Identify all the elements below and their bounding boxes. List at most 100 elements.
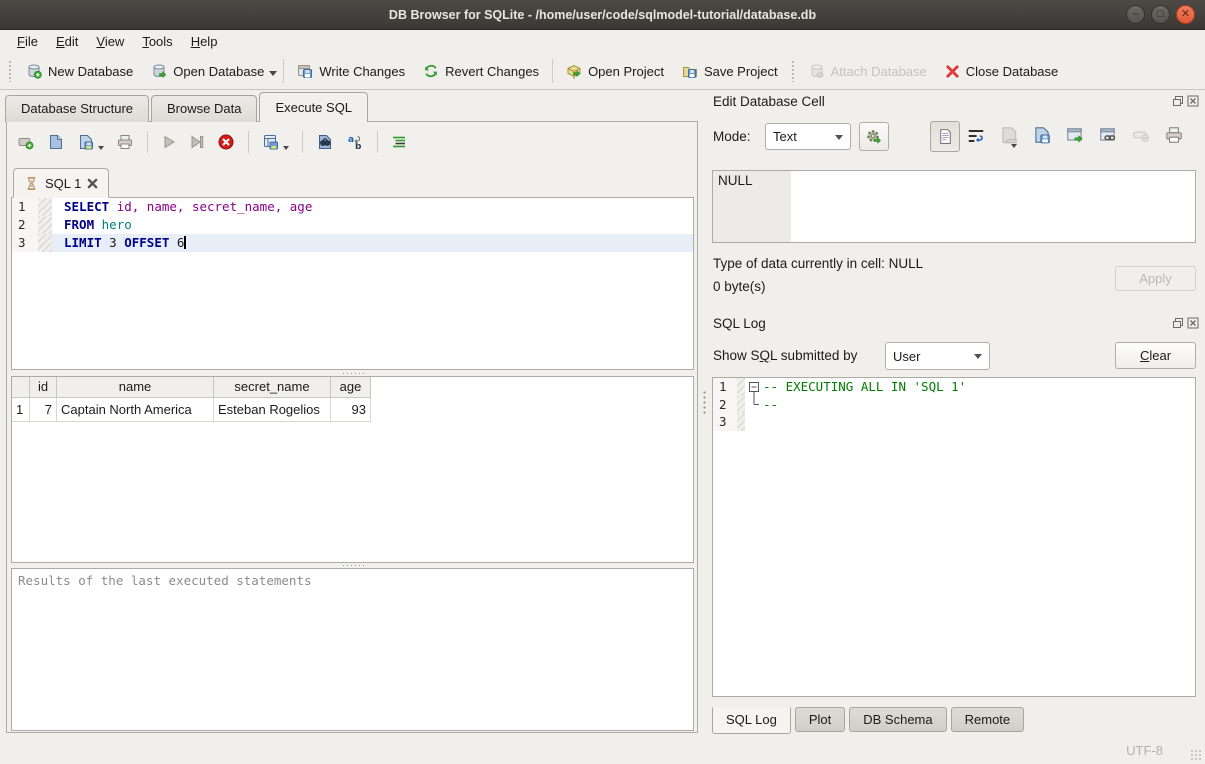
close-button[interactable]: ✕ xyxy=(1176,5,1195,24)
open-project-button[interactable]: Open Project xyxy=(557,59,673,83)
close-sql1-tab-icon[interactable] xyxy=(87,178,98,189)
sql-log-filter-select[interactable]: User xyxy=(885,342,990,370)
toolbar-separator xyxy=(248,131,249,153)
line-number: 2 xyxy=(12,216,38,234)
export-data-icon[interactable] xyxy=(1032,125,1052,145)
link-icon[interactable] xyxy=(1098,125,1118,145)
save-results-icon[interactable] xyxy=(262,133,280,151)
tab-browse-data[interactable]: Browse Data xyxy=(151,95,257,122)
svg-text:b: b xyxy=(355,142,362,151)
menu-file[interactable]: File xyxy=(8,30,47,53)
import-data-icon[interactable] xyxy=(999,125,1019,145)
menu-help[interactable]: Help xyxy=(182,30,227,53)
show-sql-filter-label: Show SQL submitted by xyxy=(713,348,857,363)
cell-id[interactable]: 7 xyxy=(30,398,57,422)
document-icon xyxy=(931,122,959,151)
find-icon[interactable] xyxy=(316,133,334,151)
edit-cell-dock-buttons xyxy=(1172,95,1199,107)
column-header-name[interactable]: name xyxy=(57,377,214,398)
dock-tab-plot[interactable]: Plot xyxy=(795,707,845,732)
sql1-editor-tab[interactable]: SQL 1 xyxy=(13,168,109,198)
stop-execution-icon[interactable] xyxy=(217,133,235,151)
dock-tab-db-schema[interactable]: DB Schema xyxy=(849,707,946,732)
auto-switch-mode-button[interactable] xyxy=(859,122,889,151)
splitter-handle[interactable]: ······ xyxy=(337,371,371,375)
new-sql-tab-icon[interactable] xyxy=(17,133,35,151)
minimize-button[interactable]: – xyxy=(1126,5,1145,24)
mode-select[interactable]: Text xyxy=(765,123,851,150)
save-results-dropdown-caret[interactable] xyxy=(283,146,289,153)
cell-size-info: 0 byte(s) xyxy=(713,279,766,294)
cell-age[interactable]: 93 xyxy=(331,398,371,422)
clear-log-button[interactable]: Clear xyxy=(1115,342,1196,369)
column-header-age[interactable]: age xyxy=(331,377,371,398)
cell-value-editor[interactable]: NULL xyxy=(712,170,1196,243)
pane-splitter-handle[interactable] xyxy=(702,390,708,416)
open-in-external-app-icon[interactable] xyxy=(1065,125,1085,145)
sql-log-viewer[interactable]: 1-- EXECUTING ALL IN 'SQL 1' 2-- 3 xyxy=(712,377,1196,697)
log-line: 1-- EXECUTING ALL IN 'SQL 1' xyxy=(713,378,1195,396)
revert-changes-button[interactable]: Revert Changes xyxy=(414,59,548,83)
column-header-secret-name[interactable]: secret_name xyxy=(214,377,331,398)
execute-current-line-icon[interactable] xyxy=(189,134,205,150)
write-changes-button[interactable]: Write Changes xyxy=(288,59,414,83)
execution-results-message[interactable]: Results of the last executed statements xyxy=(11,568,694,731)
code-line: 1SELECT id, name, secret_name, age xyxy=(12,198,693,216)
open-database-dropdown-caret[interactable] xyxy=(269,71,277,80)
splitter-handle[interactable]: ······ xyxy=(337,563,371,567)
print-cell-icon[interactable] xyxy=(1164,125,1184,145)
dock-float-icon[interactable] xyxy=(1172,95,1184,107)
save-sql-dropdown-caret[interactable] xyxy=(98,146,104,153)
dock-tab-sql-log[interactable]: SQL Log xyxy=(712,707,791,734)
sql-code-editor[interactable]: 1SELECT id, name, secret_name, age 2FROM… xyxy=(11,197,694,370)
chevron-down-icon xyxy=(974,354,982,363)
format-sql-icon[interactable] xyxy=(391,134,407,150)
results-header-row: id name secret_name age xyxy=(12,377,693,398)
menu-view[interactable]: View xyxy=(87,30,133,53)
tab-database-structure[interactable]: Database Structure xyxy=(5,95,149,122)
open-sql-file-icon[interactable] xyxy=(47,133,65,151)
fold-margin xyxy=(38,234,52,252)
hourglass-icon xyxy=(24,176,39,191)
execute-all-icon[interactable] xyxy=(161,134,177,150)
print-sql-icon[interactable] xyxy=(116,133,134,151)
table-row: 1 7 Captain North America Esteban Rogeli… xyxy=(12,398,693,422)
cell-secret-name[interactable]: Esteban Rogelios xyxy=(214,398,331,422)
column-header-id[interactable]: id xyxy=(30,377,57,398)
row-number-cell[interactable]: 1 xyxy=(12,398,30,422)
menu-tools[interactable]: Tools xyxy=(133,30,181,53)
revert-changes-icon xyxy=(423,63,439,79)
dock-close-icon[interactable] xyxy=(1187,317,1199,329)
menu-edit[interactable]: Edit xyxy=(47,30,87,53)
sql-log-dock-buttons xyxy=(1172,317,1199,329)
maximize-button[interactable]: □ xyxy=(1151,5,1170,24)
toolbar-separator xyxy=(283,59,284,83)
apply-button[interactable]: Apply xyxy=(1115,266,1196,291)
dock-tab-remote[interactable]: Remote xyxy=(951,707,1025,732)
cell-name[interactable]: Captain North America xyxy=(57,398,214,422)
import-dropdown-caret[interactable] xyxy=(1011,144,1017,151)
fold-column xyxy=(745,378,763,396)
word-wrap-icon[interactable] xyxy=(966,126,986,146)
resize-grip[interactable] xyxy=(1190,749,1202,761)
text-mode-button[interactable] xyxy=(930,121,960,152)
toolbar-separator xyxy=(377,131,378,153)
new-database-button[interactable]: New Database xyxy=(17,59,142,83)
toolbar-grip[interactable] xyxy=(791,60,796,82)
save-project-button[interactable]: Save Project xyxy=(673,59,787,83)
title-bar[interactable]: DB Browser for SQLite - /home/user/code/… xyxy=(0,0,1205,30)
dock-close-icon[interactable] xyxy=(1187,95,1199,107)
mode-label: Mode: xyxy=(713,129,751,144)
open-database-button[interactable]: Open Database xyxy=(142,59,273,83)
replace-icon[interactable]: ab xyxy=(346,133,364,151)
gear-icon xyxy=(865,128,883,146)
toolbar-grip[interactable] xyxy=(8,60,13,82)
corner-cell[interactable] xyxy=(12,377,30,398)
save-sql-file-icon[interactable] xyxy=(77,133,95,151)
write-changes-icon xyxy=(297,63,313,79)
attach-database-button[interactable]: Attach Database xyxy=(800,59,936,83)
set-null-icon[interactable] xyxy=(1131,125,1151,145)
close-database-button[interactable]: Close Database xyxy=(936,60,1068,83)
tab-execute-sql[interactable]: Execute SQL xyxy=(259,92,368,122)
dock-float-icon[interactable] xyxy=(1172,317,1184,329)
